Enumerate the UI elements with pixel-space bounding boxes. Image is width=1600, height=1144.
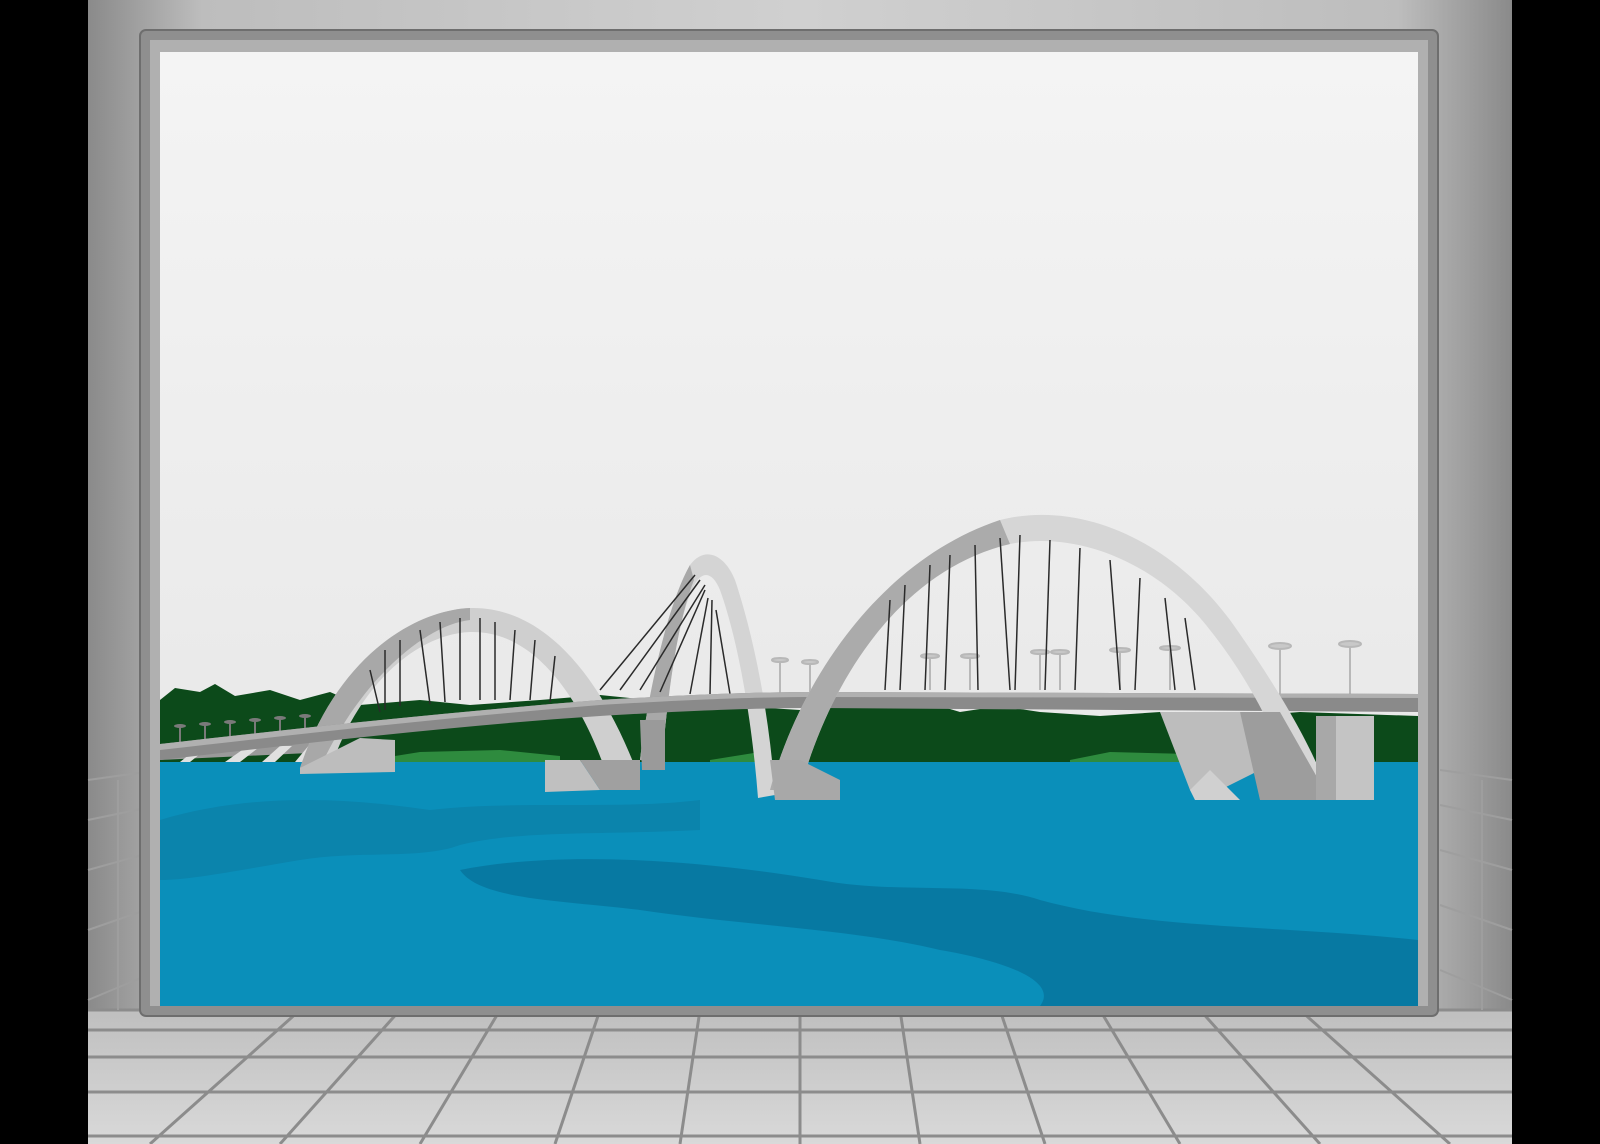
scene-canvas (0, 0, 1600, 1144)
bridge-painting (160, 52, 1418, 1006)
tiled-floor (88, 1008, 1512, 1144)
letterbox-right (1512, 0, 1600, 1144)
letterbox-left (0, 0, 88, 1144)
